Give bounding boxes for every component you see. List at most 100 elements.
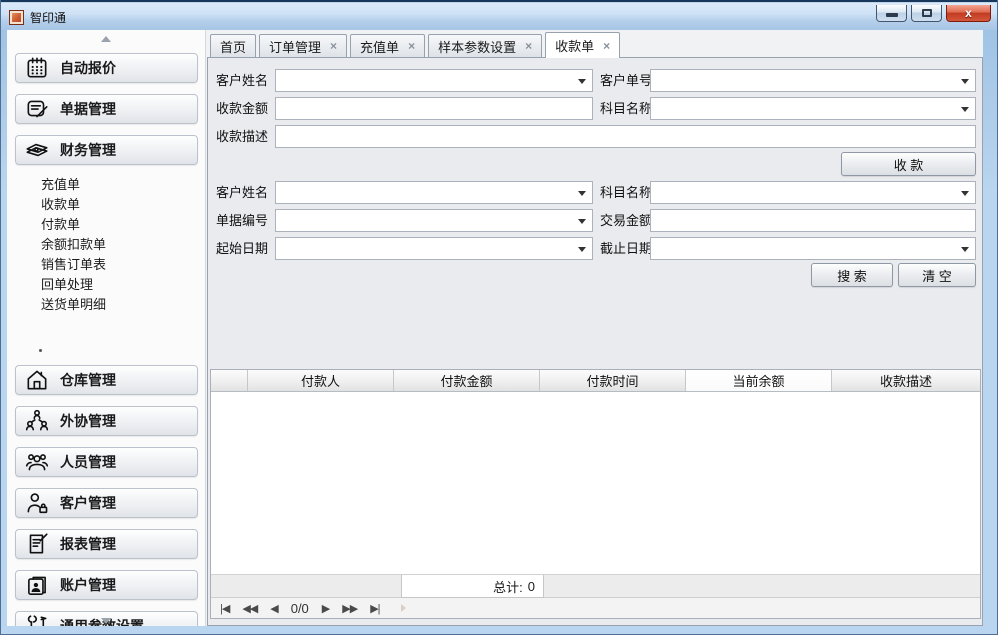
tab-close-icon[interactable]: × xyxy=(603,40,610,52)
receipt-description-input[interactable] xyxy=(275,125,976,148)
tab-close-icon[interactable]: × xyxy=(408,40,415,52)
sidebar-item-report[interactable]: 报表管理 xyxy=(15,529,198,559)
pager-position: 0/0 xyxy=(291,601,309,616)
grid-header-payment-amount[interactable]: 付款金额 xyxy=(394,370,540,391)
sidebar-item-personnel[interactable]: 人员管理 xyxy=(15,447,198,477)
sidebar-item-account[interactable]: 账户管理 xyxy=(15,570,198,600)
tab-order-mgmt[interactable]: 订单管理 × xyxy=(259,34,347,57)
sidebar-dot xyxy=(39,349,42,352)
sidebar-sub-sales-orders[interactable]: 销售订单表 xyxy=(41,255,197,275)
chevron-down-icon xyxy=(578,191,586,196)
receive-button[interactable]: 收 款 xyxy=(841,152,976,176)
calendar-icon xyxy=(22,54,52,82)
chevron-down-icon xyxy=(578,247,586,252)
total-value: 0 xyxy=(528,579,535,594)
chevron-down-icon xyxy=(961,79,969,84)
account-card-icon xyxy=(22,571,52,599)
pager-last-icon[interactable]: ▶| xyxy=(370,602,379,615)
outsourcing-icon xyxy=(22,407,52,435)
sidebar-item-auto-quote[interactable]: 自动报价 xyxy=(15,53,198,83)
pager-fast-prev-icon[interactable]: ◀◀ xyxy=(242,602,257,615)
sidebar: 自动报价 单据管理 财务管理 充值单 收款单 付款单 余额扣款单 销售订单表 xyxy=(7,30,206,626)
warehouse-icon xyxy=(22,366,52,394)
minimize-button[interactable] xyxy=(876,5,907,22)
sidebar-sub-return-processing[interactable]: 回单处理 xyxy=(41,275,197,295)
tab-recharge[interactable]: 充值单 × xyxy=(350,34,425,57)
pager-prev-icon[interactable]: ◀ xyxy=(270,602,277,615)
grid-header-row: 付款人 付款金额 付款时间 当前余额 收款描述 xyxy=(211,370,980,392)
close-icon: x xyxy=(965,6,972,20)
pager-next-icon[interactable]: ▶ xyxy=(322,602,329,615)
main-area: 首页 订单管理 × 充值单 × 样本参数设置 × 收款单 × xyxy=(207,30,983,626)
search-subject-label: 科目名称 xyxy=(600,181,652,204)
sidebar-item-finance[interactable]: 财务管理 xyxy=(15,135,198,165)
grid-header-current-balance[interactable]: 当前余额 xyxy=(686,370,832,391)
customer-name-combo[interactable] xyxy=(275,69,593,92)
sidebar-scroll-up-icon[interactable] xyxy=(101,36,111,42)
clear-button[interactable]: 清 空 xyxy=(898,263,976,287)
receipt-panel: 客户姓名 客户单号 收款金额 科目名称 收款描述 收 款 客户姓名 科目名称 单… xyxy=(207,57,983,626)
total-box: 总计: 0 xyxy=(401,575,544,598)
sidebar-scroll-down-icon[interactable] xyxy=(101,618,111,624)
people-icon xyxy=(22,448,52,476)
banknotes-icon xyxy=(22,136,52,164)
document-no-label: 单据编号 xyxy=(216,209,268,232)
sidebar-sub-balance-deduction[interactable]: 余额扣款单 xyxy=(41,235,197,255)
receipt-description-label: 收款描述 xyxy=(216,125,268,148)
end-date-combo[interactable] xyxy=(650,237,976,260)
sidebar-sub-delivery-detail[interactable]: 送货单明细 xyxy=(41,295,197,315)
chevron-down-icon xyxy=(578,79,586,84)
sidebar-item-label: 自动报价 xyxy=(60,58,116,78)
sidebar-item-label: 单据管理 xyxy=(60,99,116,119)
document-edit-icon xyxy=(22,95,52,123)
pager-first-icon[interactable]: |◀ xyxy=(220,602,229,615)
receipt-amount-input[interactable] xyxy=(275,97,593,120)
grid-header-payment-time[interactable]: 付款时间 xyxy=(540,370,686,391)
subject-name-combo[interactable] xyxy=(650,97,976,120)
search-customer-name-combo[interactable] xyxy=(275,181,593,204)
tab-label: 订单管理 xyxy=(269,37,321,56)
sidebar-sub-receipt[interactable]: 收款单 xyxy=(41,195,197,215)
sidebar-item-warehouse[interactable]: 仓库管理 xyxy=(15,365,198,395)
tab-close-icon[interactable]: × xyxy=(525,40,532,52)
sidebar-item-label: 财务管理 xyxy=(60,140,116,160)
customer-name-label: 客户姓名 xyxy=(216,69,268,92)
pager-fast-next-icon[interactable]: ▶▶ xyxy=(342,602,357,615)
search-customer-name-label: 客户姓名 xyxy=(216,181,268,204)
window-title: 智印通 xyxy=(30,9,66,26)
payments-grid: 付款人 付款金额 付款时间 当前余额 收款描述 总计: 0 | xyxy=(210,369,981,619)
sidebar-sub-recharge[interactable]: 充值单 xyxy=(41,175,197,195)
sidebar-sub-payment[interactable]: 付款单 xyxy=(41,215,197,235)
document-no-combo[interactable] xyxy=(275,209,593,232)
grid-pager: |◀ ◀◀ ◀ 0/0 ▶ ▶▶ ▶| xyxy=(211,597,980,618)
sidebar-item-outsourcing[interactable]: 外协管理 xyxy=(15,406,198,436)
maximize-button[interactable] xyxy=(911,5,942,22)
customer-order-combo[interactable] xyxy=(650,69,976,92)
sidebar-item-label: 外协管理 xyxy=(60,411,116,431)
close-button[interactable]: x xyxy=(946,5,991,22)
sidebar-item-label: 报表管理 xyxy=(60,534,116,554)
end-date-label: 截止日期 xyxy=(600,237,652,260)
transaction-amount-input[interactable] xyxy=(650,209,976,232)
tab-receipt[interactable]: 收款单 × xyxy=(545,32,620,58)
start-date-label: 起始日期 xyxy=(216,237,268,260)
start-date-combo[interactable] xyxy=(275,237,593,260)
tab-home[interactable]: 首页 xyxy=(210,34,256,57)
maximize-icon xyxy=(922,9,932,17)
tab-label: 收款单 xyxy=(555,36,594,55)
grid-header-receipt-description[interactable]: 收款描述 xyxy=(832,370,980,391)
search-button[interactable]: 搜 索 xyxy=(811,263,893,287)
sidebar-item-customer[interactable]: 客户管理 xyxy=(15,488,198,518)
tab-sample-params[interactable]: 样本参数设置 × xyxy=(428,34,542,57)
sidebar-item-doc-mgmt[interactable]: 单据管理 xyxy=(15,94,198,124)
tab-label: 首页 xyxy=(220,37,246,56)
customer-lock-icon xyxy=(22,489,52,517)
pager-scroll-arrow-icon xyxy=(401,604,406,612)
tab-close-icon[interactable]: × xyxy=(330,40,337,52)
transaction-amount-label: 交易金额 xyxy=(600,209,652,232)
report-icon xyxy=(22,530,52,558)
grid-body[interactable] xyxy=(211,392,980,574)
titlebar: 智印通 x xyxy=(1,0,997,30)
search-subject-combo[interactable] xyxy=(650,181,976,204)
grid-header-payer[interactable]: 付款人 xyxy=(248,370,394,391)
